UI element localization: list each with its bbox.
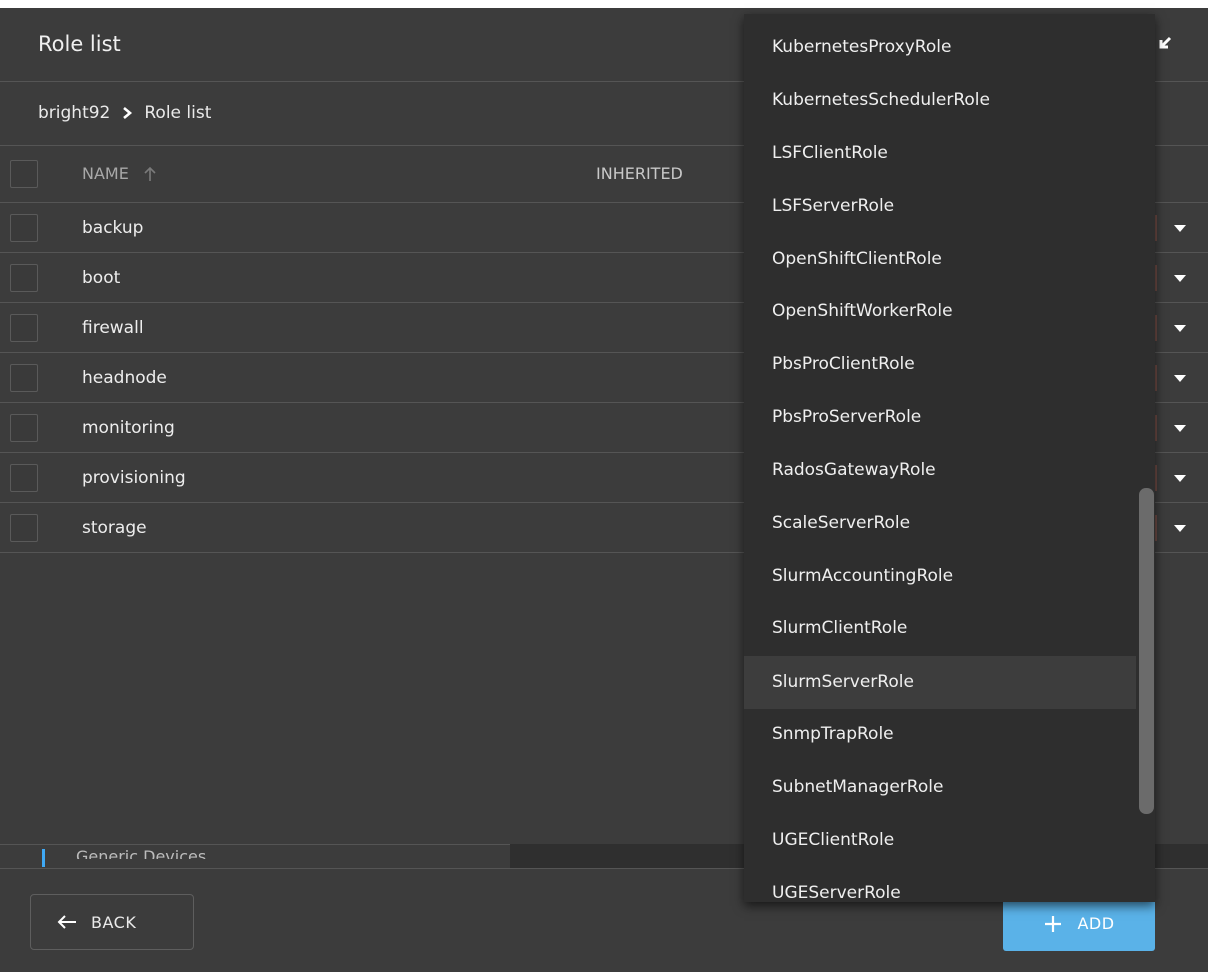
row-divider bbox=[1155, 415, 1157, 441]
role-dropdown-menu: KubernetesProxyRole KubernetesSchedulerR… bbox=[744, 14, 1155, 902]
add-button-label: ADD bbox=[1077, 914, 1115, 933]
dropdown-item[interactable]: PbsProClientRole bbox=[744, 338, 1136, 391]
caret-down-icon[interactable] bbox=[1173, 223, 1187, 233]
column-header-name-label: NAME bbox=[82, 164, 129, 183]
row-divider bbox=[1155, 465, 1157, 491]
caret-down-icon[interactable] bbox=[1173, 323, 1187, 333]
role-name: storage bbox=[82, 518, 147, 538]
accent-bar bbox=[42, 849, 45, 867]
dropdown-item[interactable]: LSFServerRole bbox=[744, 180, 1136, 233]
row-checkbox[interactable] bbox=[10, 464, 38, 492]
row-divider bbox=[1155, 515, 1157, 541]
arrow-up-icon bbox=[144, 166, 156, 181]
breadcrumb: bright92 Role list bbox=[38, 103, 211, 123]
dropdown-item[interactable]: KubernetesProxyRole bbox=[744, 21, 1136, 74]
caret-down-icon[interactable] bbox=[1173, 523, 1187, 533]
breadcrumb-root[interactable]: bright92 bbox=[38, 103, 110, 123]
chevron-right-icon bbox=[123, 107, 133, 119]
dropdown-item[interactable]: SnmpTrapRole bbox=[744, 708, 1136, 761]
row-checkbox[interactable] bbox=[10, 414, 38, 442]
dropdown-item[interactable]: OpenShiftClientRole bbox=[744, 233, 1136, 286]
generic-devices-label: Generic Devices bbox=[76, 847, 207, 859]
top-strip bbox=[0, 0, 1208, 8]
dropdown-item[interactable]: UGEClientRole bbox=[744, 814, 1136, 867]
dropdown-item[interactable]: KubernetesSchedulerRole bbox=[744, 74, 1136, 127]
column-header-inherited[interactable]: INHERITED bbox=[596, 164, 683, 183]
row-divider bbox=[1155, 265, 1157, 291]
caret-down-icon[interactable] bbox=[1173, 473, 1187, 483]
select-all-checkbox[interactable] bbox=[10, 160, 38, 188]
caret-down-icon[interactable] bbox=[1173, 423, 1187, 433]
role-name: provisioning bbox=[82, 468, 186, 488]
add-button[interactable]: ADD bbox=[1003, 896, 1155, 951]
generic-devices-item[interactable]: Generic Devices bbox=[0, 844, 510, 868]
role-name: boot bbox=[82, 268, 121, 288]
caret-down-icon[interactable] bbox=[1173, 273, 1187, 283]
breadcrumb-current: Role list bbox=[144, 103, 212, 123]
arrow-left-icon bbox=[57, 915, 76, 929]
row-checkbox[interactable] bbox=[10, 214, 38, 242]
dropdown-item[interactable]: UGEServerRole bbox=[744, 867, 1136, 902]
row-checkbox[interactable] bbox=[10, 364, 38, 392]
dropdown-item[interactable]: RadosGatewayRole bbox=[744, 444, 1136, 497]
row-divider bbox=[1155, 315, 1157, 341]
page-title: Role list bbox=[38, 32, 121, 56]
dropdown-item[interactable]: ScaleServerRole bbox=[744, 497, 1136, 550]
dropdown-item[interactable]: SlurmClientRole bbox=[744, 602, 1136, 655]
dropdown-item[interactable]: SlurmAccountingRole bbox=[744, 550, 1136, 603]
plus-icon bbox=[1045, 915, 1062, 932]
dropdown-item[interactable]: OpenShiftWorkerRole bbox=[744, 285, 1136, 338]
dropdown-scrollbar[interactable] bbox=[1139, 488, 1154, 814]
dropdown-item[interactable]: LSFClientRole bbox=[744, 127, 1136, 180]
row-divider bbox=[1155, 215, 1157, 241]
row-checkbox[interactable] bbox=[10, 514, 38, 542]
role-name: headnode bbox=[82, 368, 167, 388]
role-name: backup bbox=[82, 218, 144, 238]
back-button-label: BACK bbox=[91, 912, 137, 932]
column-header-name[interactable]: NAME bbox=[82, 164, 157, 183]
row-divider bbox=[1155, 365, 1157, 391]
dropdown-item-highlighted[interactable]: SlurmServerRole bbox=[744, 656, 1136, 709]
row-checkbox[interactable] bbox=[10, 314, 38, 342]
role-name: monitoring bbox=[82, 418, 175, 438]
role-name: firewall bbox=[82, 318, 144, 338]
row-checkbox[interactable] bbox=[10, 264, 38, 292]
caret-down-icon[interactable] bbox=[1173, 373, 1187, 383]
back-button[interactable]: BACK bbox=[30, 894, 194, 950]
dropdown-item[interactable]: SubnetManagerRole bbox=[744, 761, 1136, 814]
dropdown-item[interactable]: PbsProServerRole bbox=[744, 391, 1136, 444]
